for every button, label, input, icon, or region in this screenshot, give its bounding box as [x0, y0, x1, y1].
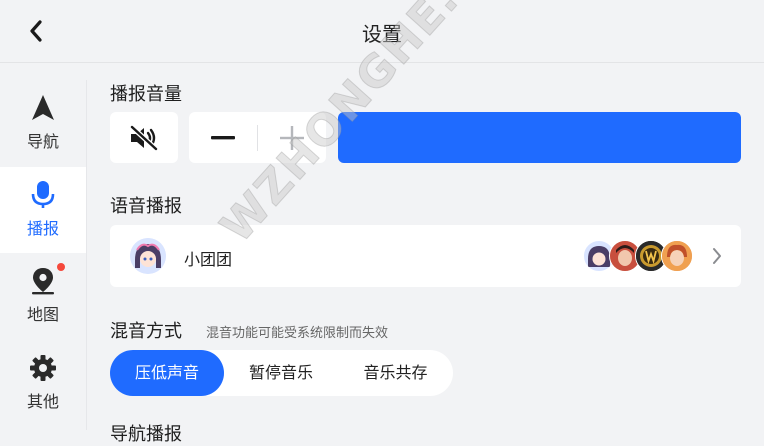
volume-increase-button[interactable] [258, 112, 326, 163]
mix-option-duck[interactable]: 压低声音 [110, 350, 224, 396]
mix-option-coexist[interactable]: 音乐共存 [338, 350, 453, 396]
page-title: 设置 [362, 22, 402, 46]
avatar [661, 240, 693, 272]
volume-decrease-button[interactable] [189, 112, 257, 163]
sidebar-item-label: 播报 [26, 219, 59, 238]
navigation-arrow-icon [29, 94, 57, 122]
sidebar-item-other[interactable]: 其他 [0, 340, 86, 426]
sidebar-item-label: 导航 [26, 132, 59, 151]
volume-section-title: 播报音量 [110, 84, 182, 105]
sidebar: 导航 播报 地图 其他 [0, 80, 86, 430]
sidebar-item-label: 其他 [26, 392, 59, 411]
voice-name: 小团团 [184, 250, 233, 269]
microphone-icon [29, 181, 57, 209]
voice-avatar-stack [583, 240, 693, 272]
gear-icon [29, 354, 57, 382]
sidebar-item-map[interactable]: 地图 [0, 253, 86, 339]
sidebar-item-navigation[interactable]: 导航 [0, 80, 86, 166]
mix-section-title: 混音方式 [110, 321, 182, 342]
top-bar: 设置 [0, 0, 764, 63]
voice-selector[interactable]: 小团团 [110, 225, 741, 287]
notification-dot [57, 263, 65, 271]
mix-mode-segmented-control: 压低声音 暂停音乐 音乐共存 [110, 350, 453, 396]
sidebar-item-label: 地图 [26, 305, 59, 324]
speaker-muted-icon [130, 124, 158, 151]
mix-option-pause[interactable]: 暂停音乐 [224, 350, 338, 396]
sidebar-item-broadcast[interactable]: 播报 [0, 167, 86, 253]
chevron-right-icon [713, 248, 721, 264]
voice-avatar [130, 238, 166, 274]
mute-button[interactable] [110, 112, 178, 163]
map-pin-icon [29, 263, 65, 295]
voice-section-title: 语音播报 [110, 196, 182, 217]
volume-stepper [189, 112, 326, 163]
navigation-broadcast-section-title: 导航播报 [110, 424, 182, 445]
mix-hint: 混音功能可能受系统限制而失效 [206, 326, 389, 341]
sidebar-divider [86, 80, 87, 430]
plus-icon [280, 125, 304, 150]
minus-icon [211, 135, 235, 139]
volume-slider[interactable] [338, 112, 741, 163]
